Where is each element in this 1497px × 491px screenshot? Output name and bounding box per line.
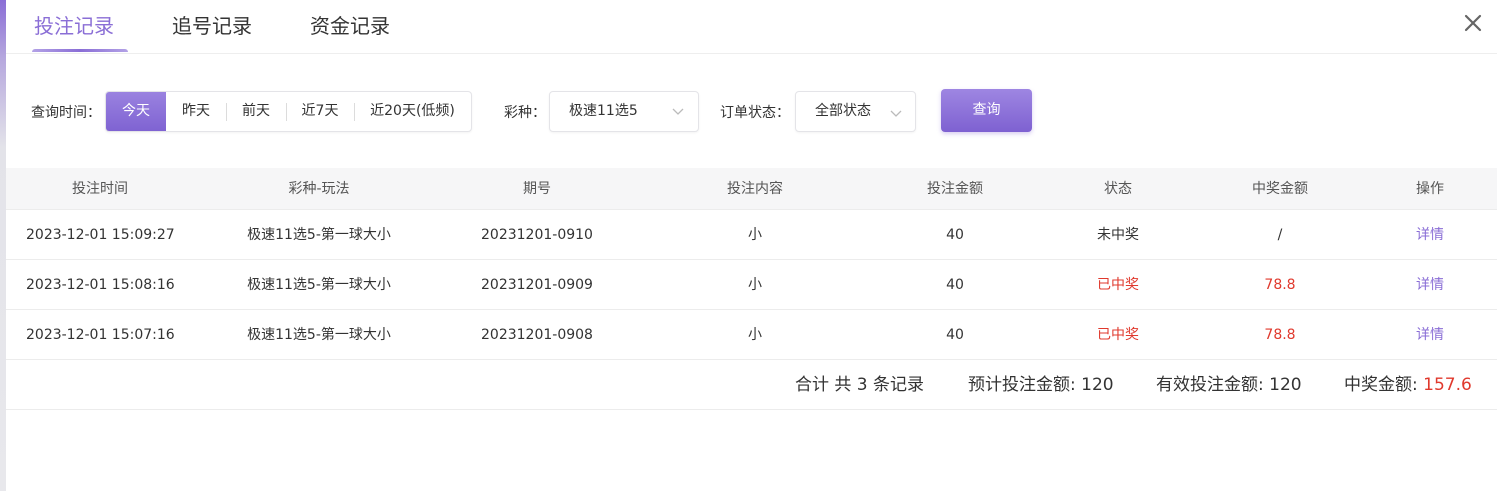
- time-option-yesterday[interactable]: 昨天: [166, 92, 226, 131]
- column-header-game-play: 彩种-玩法: [288, 181, 350, 197]
- time-option-today[interactable]: 今天: [106, 92, 166, 131]
- bet-records-dialog: 投注记录 追号记录 资金记录 查询时间： 今天 昨天 前天 近7天 近20天(低…: [6, 0, 1497, 491]
- details-link[interactable]: 详情: [1390, 210, 1470, 260]
- table-row: 2023-12-01 15:08:16 极速11选5-第一球大小 2023120…: [6, 260, 1497, 310]
- expected-bet-value: 120: [1081, 375, 1114, 395]
- time-option-20days[interactable]: 近20天(低频): [354, 92, 471, 131]
- issue-cell: 20231201-0910: [481, 227, 593, 243]
- column-header-issue: 期号: [523, 181, 551, 197]
- bet-content-cell: 小: [748, 327, 762, 343]
- query-button[interactable]: 查询: [941, 89, 1032, 132]
- win-amount-total: 中奖金额: 157.6: [1344, 360, 1472, 410]
- issue-cell: 20231201-0908: [481, 327, 593, 343]
- summary-row: 合计 共 3 条记录 预计投注金额: 120 有效投注金额: 120 中奖金额:…: [6, 360, 1497, 410]
- lottery-select-value: 极速11选5: [569, 103, 638, 119]
- game-play-cell: 极速11选5-第一球大小: [247, 277, 391, 293]
- column-header-bet-amount: 投注金额: [927, 181, 983, 197]
- column-header-action: 操作: [1416, 181, 1444, 197]
- bet-content-cell: 小: [748, 227, 762, 243]
- time-option-7days[interactable]: 近7天: [286, 92, 354, 131]
- close-icon[interactable]: [1461, 11, 1485, 35]
- valid-bet-value: 120: [1269, 375, 1302, 395]
- bet-time-cell: 2023-12-01 15:07:16: [26, 327, 175, 343]
- game-play-cell: 极速11选5-第一球大小: [247, 227, 391, 243]
- order-status-select[interactable]: 全部状态: [795, 91, 916, 132]
- bet-amount-cell: 40: [946, 277, 964, 293]
- expected-bet-amount: 预计投注金额: 120: [968, 360, 1114, 410]
- order-status-label: 订单状态：: [720, 105, 790, 121]
- tab-fund-records[interactable]: 资金记录: [310, 10, 390, 39]
- win-amount-value: 157.6: [1423, 375, 1472, 395]
- column-header-bet-time: 投注时间: [72, 181, 128, 197]
- details-link[interactable]: 详情: [1390, 260, 1470, 310]
- issue-cell: 20231201-0909: [481, 277, 593, 293]
- win-amount-cell: 78.8: [1264, 277, 1296, 293]
- status-cell: 已中奖: [1097, 327, 1139, 343]
- column-header-status: 状态: [1104, 181, 1132, 197]
- time-option-day-before[interactable]: 前天: [226, 92, 286, 131]
- chevron-down-icon: [672, 108, 684, 115]
- chevron-down-icon: [890, 110, 902, 117]
- win-amount-cell: /: [1277, 227, 1283, 243]
- bet-time-cell: 2023-12-01 15:08:16: [26, 277, 175, 293]
- column-header-win-amount: 中奖金额: [1252, 181, 1308, 197]
- valid-bet-label: 有效投注金额:: [1156, 375, 1264, 395]
- valid-bet-amount: 有效投注金额: 120: [1156, 360, 1302, 410]
- details-link[interactable]: 详情: [1390, 310, 1470, 360]
- tab-bar: 投注记录 追号记录 资金记录: [6, 0, 1497, 54]
- lottery-select[interactable]: 极速11选5: [549, 91, 699, 132]
- order-status-select-value: 全部状态: [815, 103, 871, 119]
- win-amount-label: 中奖金额:: [1344, 375, 1418, 395]
- status-cell: 未中奖: [1097, 227, 1139, 243]
- time-range-selector: 今天 昨天 前天 近7天 近20天(低频): [105, 91, 472, 132]
- table-row: 2023-12-01 15:07:16 极速11选5-第一球大小 2023120…: [6, 310, 1497, 360]
- bet-amount-cell: 40: [946, 327, 964, 343]
- lottery-label: 彩种：: [504, 105, 546, 121]
- total-records-text: 合计 共 3 条记录: [795, 375, 925, 395]
- bet-time-cell: 2023-12-01 15:09:27: [26, 227, 175, 243]
- bet-amount-cell: 40: [946, 227, 964, 243]
- expected-bet-label: 预计投注金额:: [968, 375, 1076, 395]
- column-header-bet-content: 投注内容: [727, 181, 783, 197]
- query-time-label: 查询时间：: [31, 105, 101, 121]
- table-row: 2023-12-01 15:09:27 极速11选5-第一球大小 2023120…: [6, 210, 1497, 260]
- tab-bet-records[interactable]: 投注记录: [34, 10, 114, 39]
- win-amount-cell: 78.8: [1264, 327, 1296, 343]
- active-tab-indicator: [32, 49, 128, 52]
- bet-content-cell: 小: [748, 277, 762, 293]
- table-header: 投注时间 彩种-玩法 期号 投注内容 投注金额 状态 中奖金额 操作: [6, 168, 1497, 210]
- status-cell: 已中奖: [1097, 277, 1139, 293]
- tab-chase-records[interactable]: 追号记录: [172, 10, 252, 39]
- game-play-cell: 极速11选5-第一球大小: [247, 327, 391, 343]
